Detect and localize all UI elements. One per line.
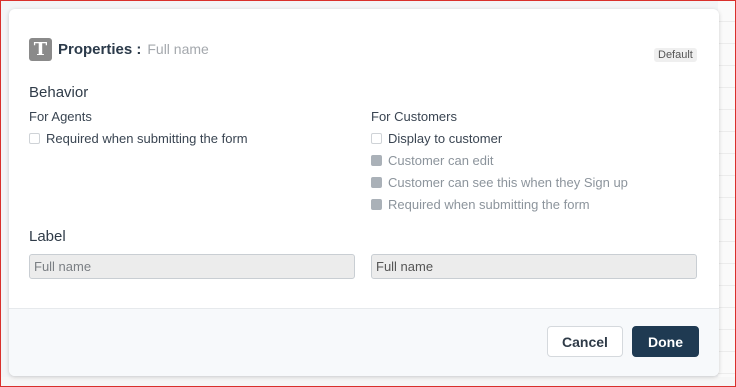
agent-label-input[interactable]: [29, 254, 355, 279]
cancel-button[interactable]: Cancel: [547, 326, 623, 357]
for-customers-title: For Customers: [371, 109, 457, 124]
display-to-customer-option[interactable]: Display to customer: [371, 131, 502, 146]
background-list-lines: [718, 0, 736, 387]
agent-required-option[interactable]: Required when submitting the form: [29, 131, 248, 146]
customer-signup-visible-checkbox: [371, 177, 382, 188]
customer-signup-visible-label: Customer can see this when they Sign up: [388, 175, 628, 190]
field-name-subtitle: Full name: [147, 41, 209, 57]
customer-signup-visible-option: Customer can see this when they Sign up: [371, 175, 628, 190]
customer-can-edit-label: Customer can edit: [388, 153, 494, 168]
customer-label-input[interactable]: [371, 254, 697, 279]
customer-required-label: Required when submitting the form: [388, 197, 590, 212]
customer-required-option: Required when submitting the form: [371, 197, 590, 212]
background-bottom: [0, 377, 736, 387]
customer-can-edit-checkbox: [371, 155, 382, 166]
agent-required-checkbox[interactable]: [29, 133, 40, 144]
label-section-title: Label: [29, 228, 66, 245]
modal-footer: Cancel Done: [9, 308, 719, 376]
customer-required-checkbox: [371, 199, 382, 210]
modal-header: T Properties : Full name: [29, 37, 209, 61]
default-badge: Default: [654, 48, 697, 62]
for-agents-title: For Agents: [29, 109, 92, 124]
display-to-customer-checkbox[interactable]: [371, 133, 382, 144]
customer-can-edit-option: Customer can edit: [371, 153, 494, 168]
properties-title: Properties :: [58, 40, 142, 58]
agent-required-label: Required when submitting the form: [46, 131, 248, 146]
properties-modal: T Properties : Full name Default Behavio…: [9, 9, 719, 376]
display-to-customer-label: Display to customer: [388, 131, 503, 146]
text-field-type-icon: T: [29, 37, 52, 61]
done-button[interactable]: Done: [632, 326, 699, 357]
behavior-section-title: Behavior: [29, 84, 89, 101]
